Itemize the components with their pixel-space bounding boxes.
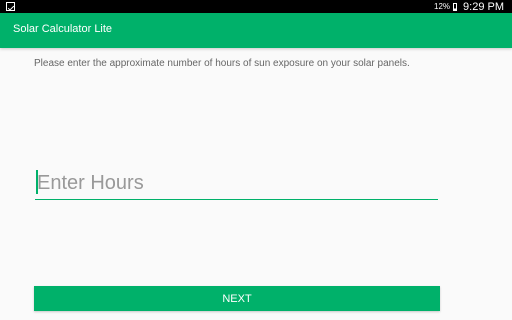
- notification-icon: [6, 2, 15, 11]
- app-bar: Solar Calculator Lite: [0, 13, 512, 48]
- instructions-text: Please enter the approximate number of h…: [34, 58, 410, 69]
- battery-percent: 12%: [434, 2, 451, 11]
- status-time: 9:29 PM: [463, 0, 504, 13]
- battery-icon: [453, 2, 458, 11]
- hours-input[interactable]: [35, 168, 438, 200]
- app-title: Solar Calculator Lite: [13, 23, 113, 35]
- status-bar: 12% 9:29 PM: [0, 0, 512, 13]
- next-button[interactable]: NEXT: [34, 286, 440, 311]
- status-right-group: 12% 9:29 PM: [434, 0, 504, 13]
- text-cursor: [36, 170, 38, 194]
